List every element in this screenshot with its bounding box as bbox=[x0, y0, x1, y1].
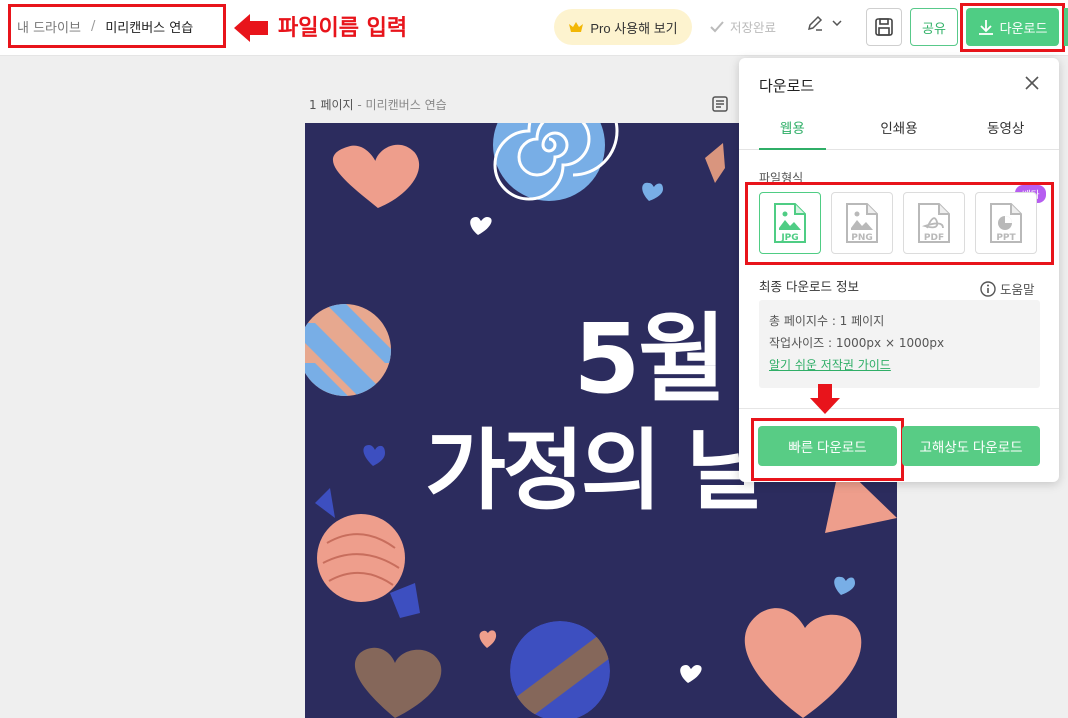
tab-print[interactable]: 인쇄용 bbox=[846, 108, 953, 149]
quick-download-button[interactable]: 빠른 다운로드 bbox=[758, 426, 897, 466]
candy-wrapper-piece bbox=[705, 143, 725, 183]
check-icon bbox=[710, 20, 724, 32]
format-ppt[interactable]: PPT bbox=[975, 192, 1037, 254]
breadcrumb-separator: / bbox=[90, 18, 96, 34]
chevron-down-icon bbox=[832, 20, 842, 26]
blue-band-candy bbox=[510, 621, 610, 718]
left-arrow-annotation-icon bbox=[234, 14, 268, 42]
page-label[interactable]: 1 페이지 - 미리캔버스 연습 bbox=[309, 96, 447, 113]
pink-heart-small bbox=[479, 630, 497, 648]
copyright-guide-link[interactable]: 알기 쉬운 저작권 가이드 bbox=[769, 354, 1030, 376]
page-note-icon[interactable] bbox=[712, 96, 728, 112]
share-button[interactable]: 공유 bbox=[910, 8, 958, 46]
download-button-label: 다운로드 bbox=[999, 20, 1048, 36]
annotation-callout: 파일이름 입력 bbox=[278, 16, 408, 41]
pen-icon bbox=[807, 15, 823, 31]
png-file-icon: PNG bbox=[846, 203, 878, 243]
download-button[interactable]: 다운로드 bbox=[966, 8, 1059, 46]
file-name-input[interactable]: 미리캔버스 연습 bbox=[105, 17, 193, 36]
crown-icon bbox=[569, 22, 584, 32]
format-ppt-label: PPT bbox=[996, 233, 1016, 243]
top-bar: 내 드라이브 / 미리캔버스 연습 파일이름 입력 Pro 사용해 보기 저장완… bbox=[0, 0, 1068, 56]
white-heart-bottom bbox=[680, 665, 702, 683]
download-icon bbox=[978, 20, 993, 35]
pen-tool-dropdown[interactable] bbox=[806, 14, 842, 32]
format-options: JPG PNG PDF PPT bbox=[759, 192, 1037, 254]
candy-wrapper-right bbox=[390, 583, 420, 618]
format-pdf[interactable]: PDF bbox=[903, 192, 965, 254]
info-icon bbox=[980, 280, 996, 297]
tab-web[interactable]: 웹용 bbox=[739, 108, 846, 150]
pink-heart-large bbox=[744, 608, 862, 718]
panel-divider bbox=[739, 408, 1059, 409]
page-number: 1 페이지 bbox=[309, 98, 354, 112]
breadcrumb: 내 드라이브 / 미리캔버스 연습 bbox=[8, 4, 226, 48]
toolbar-edge-button[interactable] bbox=[1064, 8, 1068, 46]
save-button[interactable] bbox=[866, 8, 902, 46]
format-jpg-label: JPG bbox=[780, 233, 798, 243]
download-info-title: 최종 다운로드 정보 bbox=[759, 279, 859, 294]
format-pdf-label: PDF bbox=[924, 233, 944, 243]
work-size-info: 작업사이즈 : 1000px × 1000px bbox=[769, 336, 945, 350]
ppt-file-icon: PPT bbox=[990, 203, 1022, 243]
blue-heart-right bbox=[834, 576, 855, 595]
high-resolution-download-button[interactable]: 고해상도 다운로드 bbox=[902, 426, 1040, 466]
pro-trial-button[interactable]: Pro 사용해 보기 bbox=[554, 9, 692, 45]
white-heart-small bbox=[470, 217, 492, 235]
download-panel: 다운로드 웹용 인쇄용 동영상 파일형식 베타 JPG PNG bbox=[739, 58, 1059, 482]
format-jpg[interactable]: JPG bbox=[759, 192, 821, 254]
close-button[interactable] bbox=[1021, 72, 1043, 94]
help-link[interactable]: 도움말 bbox=[980, 279, 1035, 298]
page-name: - 미리캔버스 연습 bbox=[357, 98, 447, 112]
pdf-file-icon: PDF bbox=[918, 203, 950, 243]
down-arrow-annotation-icon bbox=[810, 384, 840, 414]
help-label: 도움말 bbox=[1000, 282, 1035, 297]
pro-trial-label: Pro 사용해 보기 bbox=[590, 20, 678, 36]
panel-title: 다운로드 bbox=[759, 77, 815, 95]
close-icon bbox=[1025, 76, 1039, 90]
page-count-info: 총 페이지수 : 1 페이지 bbox=[769, 314, 885, 328]
format-png[interactable]: PNG bbox=[831, 192, 893, 254]
floppy-disk-icon bbox=[875, 18, 893, 36]
download-info-box: 총 페이지수 : 1 페이지 작업사이즈 : 1000px × 1000px 알… bbox=[759, 300, 1040, 388]
save-status-label: 저장완료 bbox=[730, 20, 777, 35]
jpg-file-icon: JPG bbox=[774, 203, 806, 243]
breadcrumb-root[interactable]: 내 드라이브 bbox=[17, 17, 81, 36]
pink-ball-candy bbox=[317, 514, 405, 602]
format-png-label: PNG bbox=[851, 233, 873, 243]
blue-heart-small bbox=[642, 182, 663, 201]
pink-heart-shape bbox=[333, 144, 420, 208]
brown-heart bbox=[354, 647, 442, 718]
save-status: 저장완료 bbox=[710, 17, 776, 36]
download-tabs: 웹용 인쇄용 동영상 bbox=[739, 108, 1059, 150]
tab-video[interactable]: 동영상 bbox=[952, 108, 1059, 149]
